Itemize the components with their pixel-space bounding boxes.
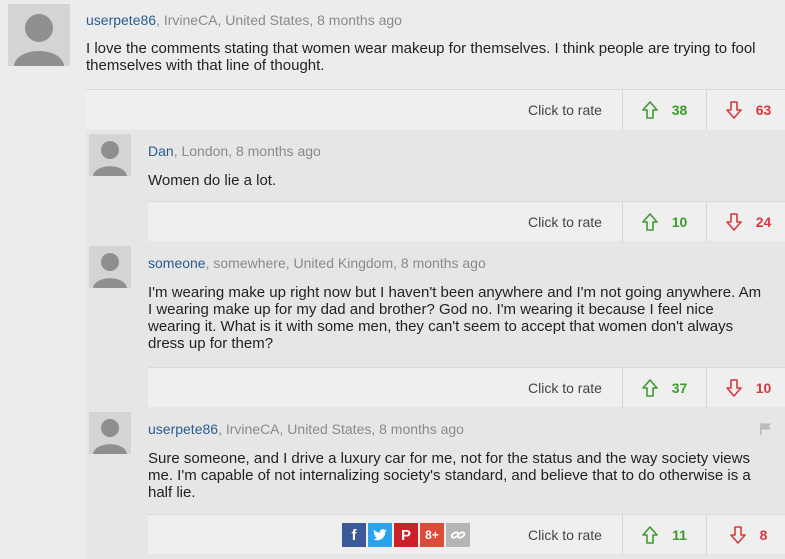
- downvote-button[interactable]: 8: [706, 515, 785, 555]
- googleplus-share-icon[interactable]: 8+: [420, 523, 444, 547]
- click-to-rate-label: Click to rate: [528, 102, 602, 118]
- avatar[interactable]: [89, 246, 131, 288]
- click-to-rate-label: Click to rate: [528, 380, 602, 396]
- comment-text: Sure someone, and I drive a luxury car f…: [148, 450, 751, 501]
- location-time: , IrvineCA, United States, 8 months ago: [218, 421, 464, 437]
- twitter-share-icon[interactable]: [368, 523, 392, 547]
- comment-meta: userpete86, IrvineCA, United States, 8 m…: [86, 12, 402, 28]
- comment-4: userpete86, IrvineCA, United States, 8 m…: [86, 408, 785, 559]
- upvote-button[interactable]: 10: [622, 202, 706, 242]
- avatar[interactable]: [89, 412, 131, 454]
- arrow-up-icon: [641, 379, 658, 397]
- pinterest-share-icon[interactable]: P: [394, 523, 418, 547]
- avatar[interactable]: [89, 134, 131, 176]
- arrow-down-icon: [729, 526, 746, 544]
- comment-2: Dan, London, 8 months ago Women do lie a…: [86, 130, 785, 242]
- avatar[interactable]: [8, 4, 70, 66]
- comment-text: Women do lie a lot.: [148, 172, 277, 189]
- downvote-button[interactable]: 63: [706, 90, 785, 130]
- username-link[interactable]: someone: [148, 255, 206, 271]
- username-link[interactable]: userpete86: [86, 12, 156, 28]
- comment-meta: userpete86, IrvineCA, United States, 8 m…: [148, 421, 464, 437]
- location-time: , London, 8 months ago: [173, 143, 321, 159]
- rating-bar: Click to rate 37 10: [148, 367, 785, 408]
- username-link[interactable]: userpete86: [148, 421, 218, 437]
- facebook-share-icon[interactable]: f: [342, 523, 366, 547]
- location-time: , somewhere, United Kingdom, 8 months ag…: [205, 255, 486, 271]
- arrow-up-icon: [641, 101, 658, 119]
- comment-text: I'm wearing make up right now but I have…: [148, 284, 762, 352]
- upvote-button[interactable]: 11: [622, 515, 706, 555]
- arrow-up-icon: [642, 526, 658, 544]
- comment-3: someone, somewhere, United Kingdom, 8 mo…: [86, 242, 785, 408]
- upvote-count: 38: [671, 102, 688, 118]
- downvote-count: 8: [759, 527, 768, 543]
- downvote-count: 24: [755, 214, 772, 230]
- report-flag-icon[interactable]: [759, 422, 773, 441]
- arrow-down-icon: [725, 101, 742, 119]
- upvote-count: 11: [672, 527, 687, 543]
- comment-meta: someone, somewhere, United Kingdom, 8 mo…: [148, 255, 486, 271]
- upvote-button[interactable]: 38: [622, 90, 706, 130]
- upvote-count: 10: [671, 214, 688, 230]
- downvote-button[interactable]: 10: [706, 368, 785, 408]
- upvote-button[interactable]: 37: [622, 368, 706, 408]
- click-to-rate-label: Click to rate: [528, 527, 602, 543]
- link-share-icon[interactable]: [446, 523, 470, 547]
- click-to-rate-label: Click to rate: [528, 214, 602, 230]
- arrow-down-icon: [725, 213, 742, 231]
- comment-1: userpete86, IrvineCA, United States, 8 m…: [0, 0, 785, 130]
- location-time: , IrvineCA, United States, 8 months ago: [156, 12, 402, 28]
- rating-bar: Click to rate 38 63: [86, 89, 785, 130]
- rating-bar: Click to rate 10 24: [148, 201, 785, 242]
- share-buttons: f P 8+: [342, 523, 470, 547]
- comment-meta: Dan, London, 8 months ago: [148, 143, 321, 159]
- rating-bar: f P 8+ Click to rate 11 8: [148, 514, 785, 555]
- comment-text: I love the comments stating that women w…: [86, 40, 756, 74]
- username-link[interactable]: Dan: [148, 143, 174, 159]
- downvote-count: 10: [755, 380, 772, 396]
- upvote-count: 37: [671, 380, 688, 396]
- downvote-count: 63: [755, 102, 772, 118]
- arrow-down-icon: [725, 379, 742, 397]
- arrow-up-icon: [641, 213, 658, 231]
- downvote-button[interactable]: 24: [706, 202, 785, 242]
